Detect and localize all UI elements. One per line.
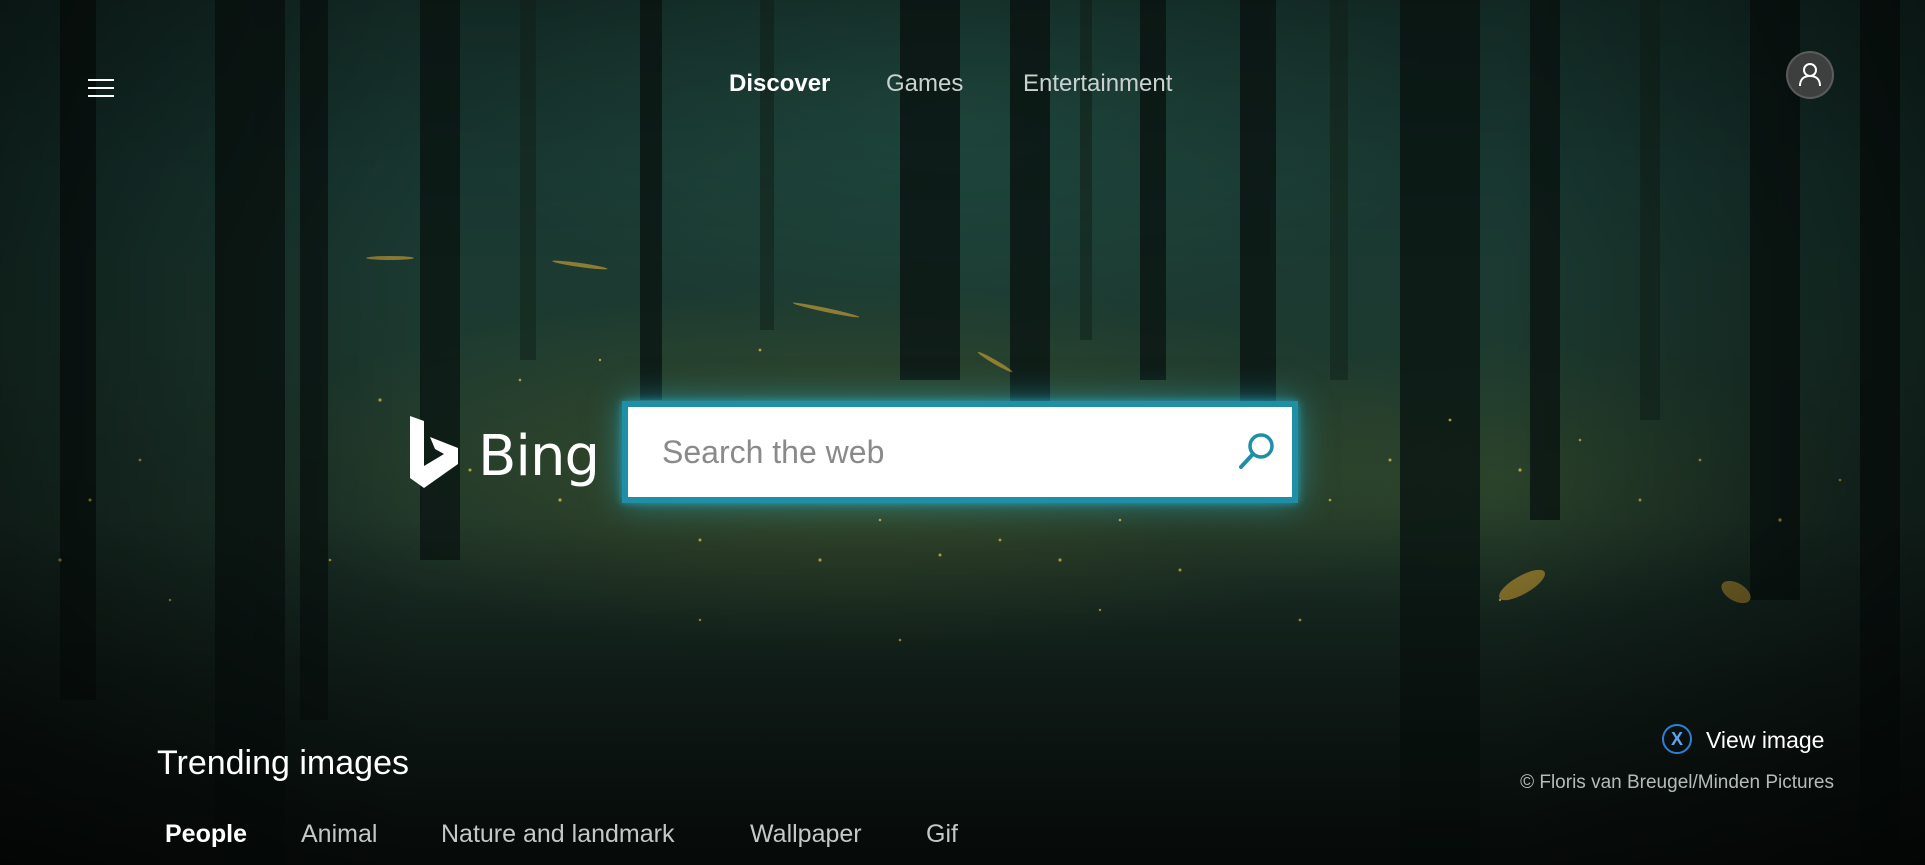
search-icon [1239,433,1274,469]
x-button-icon: X [1662,724,1692,754]
bing-home-page: Discover Games Entertainment Bing X View… [0,0,1925,865]
tab-games[interactable]: Games [886,70,963,98]
bing-logo-text: Bing [478,424,600,489]
profile-button[interactable] [1786,51,1834,99]
trending-category-tabs: People Animal Nature and landmark Wallpa… [0,820,1925,860]
bing-logo-icon [410,416,458,488]
search-button[interactable] [1232,427,1282,477]
tab-animal[interactable]: Animal [301,820,377,849]
tab-gif[interactable]: Gif [926,820,958,849]
search-box [622,401,1298,503]
tab-wallpaper[interactable]: Wallpaper [750,820,862,849]
top-navigation: Discover Games Entertainment [0,70,1925,106]
tab-nature-and-landmark[interactable]: Nature and landmark [441,820,674,849]
tab-discover[interactable]: Discover [729,70,830,98]
view-image-label: View image [1706,727,1825,753]
search-input[interactable] [628,407,1228,497]
image-credit: © Floris van Breugel/Minden Pictures [1520,772,1834,793]
tab-people[interactable]: People [165,820,247,849]
trending-images-title: Trending images [157,744,409,782]
tab-entertainment[interactable]: Entertainment [1023,70,1172,98]
user-icon [1799,63,1821,87]
bing-logo: Bing [406,414,600,490]
